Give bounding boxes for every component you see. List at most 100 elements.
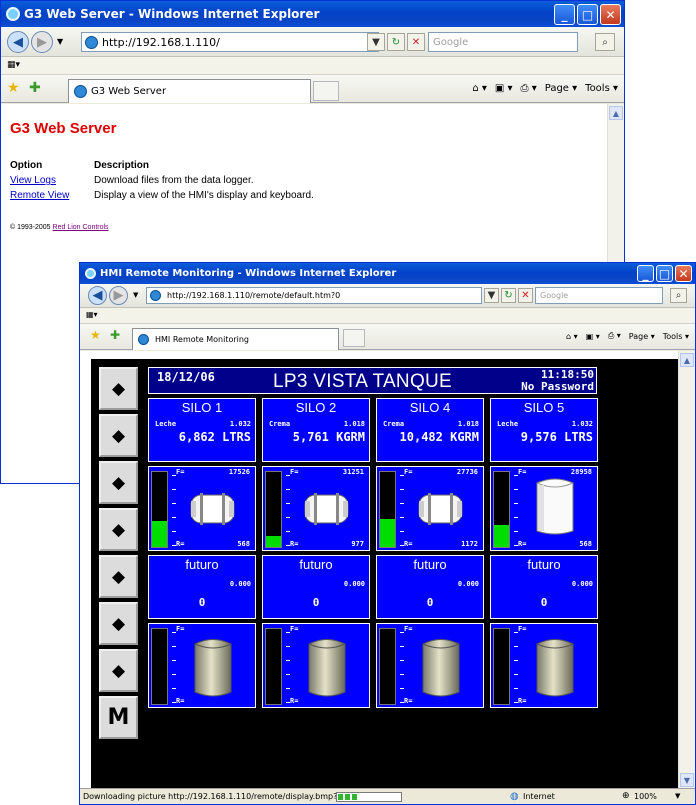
scroll-up-arrow[interactable]: ▲ (680, 353, 694, 367)
home-icon[interactable]: ⌂ ▾ (566, 332, 578, 341)
zoom-icon[interactable]: ⊕ (622, 791, 630, 801)
page-icon (150, 290, 161, 301)
tab-row: ★ ✚ G3 Web Server ⌂ ▾ ▣ ▾ ⎙ ▾ Page ▾ Too… (1, 75, 624, 103)
futuro-density: 0.000 (343, 580, 365, 588)
copyright: © 1993-2005 Red Lion Controls (10, 224, 109, 231)
vertical-scrollbar[interactable]: ▲ ▼ (678, 351, 695, 789)
back-button[interactable]: ◀ (88, 286, 107, 305)
tab-hmi-remote-monitoring[interactable]: HMI Remote Monitoring (132, 328, 339, 350)
futuro-quantity: 0 (312, 596, 320, 609)
hmi-soft-key-7[interactable]: ◆ (99, 649, 138, 692)
hmi-menu-key[interactable]: M (99, 696, 138, 739)
maximize-button[interactable]: □ (656, 265, 673, 282)
page-menu-label: Page (544, 83, 569, 94)
home-icon[interactable]: ⌂ ▾ (472, 83, 487, 94)
feeds-icon[interactable]: ▣ ▾ (586, 332, 600, 341)
hmi-soft-key-6[interactable]: ◆ (99, 602, 138, 645)
url-dropdown-button[interactable]: ▼ (484, 288, 499, 303)
url-text: http://192.168.1.110/ (102, 35, 220, 49)
back-button[interactable]: ◀ (7, 31, 29, 53)
page-menu[interactable]: Page ▾ (629, 332, 655, 341)
recent-pages-icon[interactable]: ▼ (57, 37, 63, 46)
refresh-button[interactable]: ↻ (387, 33, 405, 51)
hmi-display[interactable]: ◆ ◆ ◆ ◆ ◆ ◆ ◆ M 18/12/06 LP3 VISTA TANQUE 11:18… (91, 359, 684, 798)
search-button[interactable]: ⌕ (595, 33, 615, 51)
favorites-star-icon[interactable]: ★ (90, 328, 101, 342)
options-table: Option Description View Logs Download fi… (10, 158, 314, 203)
close-button[interactable]: ✕ (600, 4, 621, 25)
tab-title: G3 Web Server (91, 86, 167, 97)
links-icon[interactable]: ▦▾ (7, 60, 20, 70)
forward-button[interactable]: ▶ (31, 31, 53, 53)
hmi-soft-key-3[interactable]: ◆ (99, 461, 138, 504)
url-field[interactable]: http://192.168.1.110/remote/default.htm?… (146, 287, 482, 304)
add-favorites-icon[interactable]: ✚ (29, 80, 41, 96)
tab-title: HMI Remote Monitoring (155, 335, 250, 344)
search-field[interactable]: Google (428, 32, 578, 52)
scale-tick (514, 660, 518, 661)
hmi-keypad: ◆ ◆ ◆ ◆ ◆ ◆ ◆ M (99, 367, 138, 790)
r-label: R= (518, 540, 527, 548)
level-bar (265, 628, 282, 705)
scroll-up-arrow[interactable]: ▲ (609, 106, 623, 120)
page-menu-label: Page (628, 331, 649, 341)
silo-level-panel: F= 17526 R= 568 (148, 466, 256, 551)
page-title: G3 Web Server (10, 120, 117, 137)
recent-pages-icon[interactable]: ▼ (133, 291, 138, 299)
new-tab-button[interactable] (343, 329, 365, 347)
empty-tank-icon (308, 639, 346, 697)
horizontal-tank-icon (190, 493, 235, 525)
loading-progress-fill (338, 794, 358, 800)
tab-page-icon (74, 85, 87, 98)
title-bar[interactable]: HMI Remote Monitoring - Windows Internet… (80, 263, 695, 284)
minimize-button[interactable]: _ (637, 265, 654, 282)
tab-g3-web-server[interactable]: G3 Web Server (68, 79, 311, 103)
page-menu[interactable]: Page ▾ (545, 83, 577, 94)
print-icon[interactable]: ⎙ ▾ (521, 83, 537, 94)
view-logs-link[interactable]: View Logs (10, 175, 94, 186)
maximize-button[interactable]: □ (577, 4, 598, 25)
scale-tick (286, 688, 290, 689)
scale-tick (172, 646, 176, 647)
zoom-level[interactable]: 100% (634, 792, 657, 801)
close-button[interactable]: ✕ (675, 265, 692, 282)
f-label: F= (290, 625, 299, 633)
minimize-button[interactable]: _ (554, 4, 575, 25)
level-bar-fill (152, 520, 167, 547)
scale-tick (172, 531, 176, 532)
url-dropdown-button[interactable]: ▼ (367, 33, 385, 51)
scroll-down-arrow[interactable]: ▼ (680, 773, 694, 787)
new-tab-button[interactable] (313, 81, 339, 101)
remote-view-link[interactable]: Remote View (10, 190, 94, 201)
tools-menu[interactable]: Tools ▾ (663, 332, 689, 341)
internet-zone-icon: ◍ (510, 791, 519, 802)
hmi-soft-key-1[interactable]: ◆ (99, 367, 138, 410)
hmi-soft-key-4[interactable]: ◆ (99, 508, 138, 551)
links-icon[interactable]: ▦▾ (86, 310, 98, 319)
print-icon[interactable]: ⎙ ▾ (608, 331, 621, 341)
r-value: 977 (351, 540, 364, 548)
tools-menu-label: Tools (585, 83, 610, 94)
r-label: R= (518, 697, 527, 705)
hmi-soft-key-2[interactable]: ◆ (99, 414, 138, 457)
search-field[interactable]: Google (535, 287, 663, 304)
stop-button[interactable]: ✕ (407, 33, 425, 51)
scale-tick (286, 646, 290, 647)
level-bar (151, 628, 168, 705)
favorites-star-icon[interactable]: ★ (7, 80, 20, 96)
red-lion-link[interactable]: Red Lion Controls (53, 224, 109, 231)
tools-menu[interactable]: Tools ▾ (585, 83, 618, 94)
futuro-name: futuro (185, 557, 219, 572)
f-label: F= (176, 468, 185, 476)
feeds-icon[interactable]: ▣ ▾ (495, 83, 513, 94)
stop-button[interactable]: ✕ (518, 288, 533, 303)
search-button[interactable]: ⌕ (670, 288, 687, 303)
hmi-soft-key-5[interactable]: ◆ (99, 555, 138, 598)
forward-button[interactable]: ▶ (109, 286, 128, 305)
url-field[interactable]: http://192.168.1.110/ (81, 32, 379, 52)
row-description: Download files from the data logger. (94, 175, 254, 186)
refresh-button[interactable]: ↻ (501, 288, 516, 303)
add-favorites-icon[interactable]: ✚ (110, 328, 120, 342)
title-bar[interactable]: G3 Web Server - Windows Internet Explore… (1, 1, 624, 27)
zoom-dropdown-icon[interactable]: ▼ (675, 792, 680, 800)
